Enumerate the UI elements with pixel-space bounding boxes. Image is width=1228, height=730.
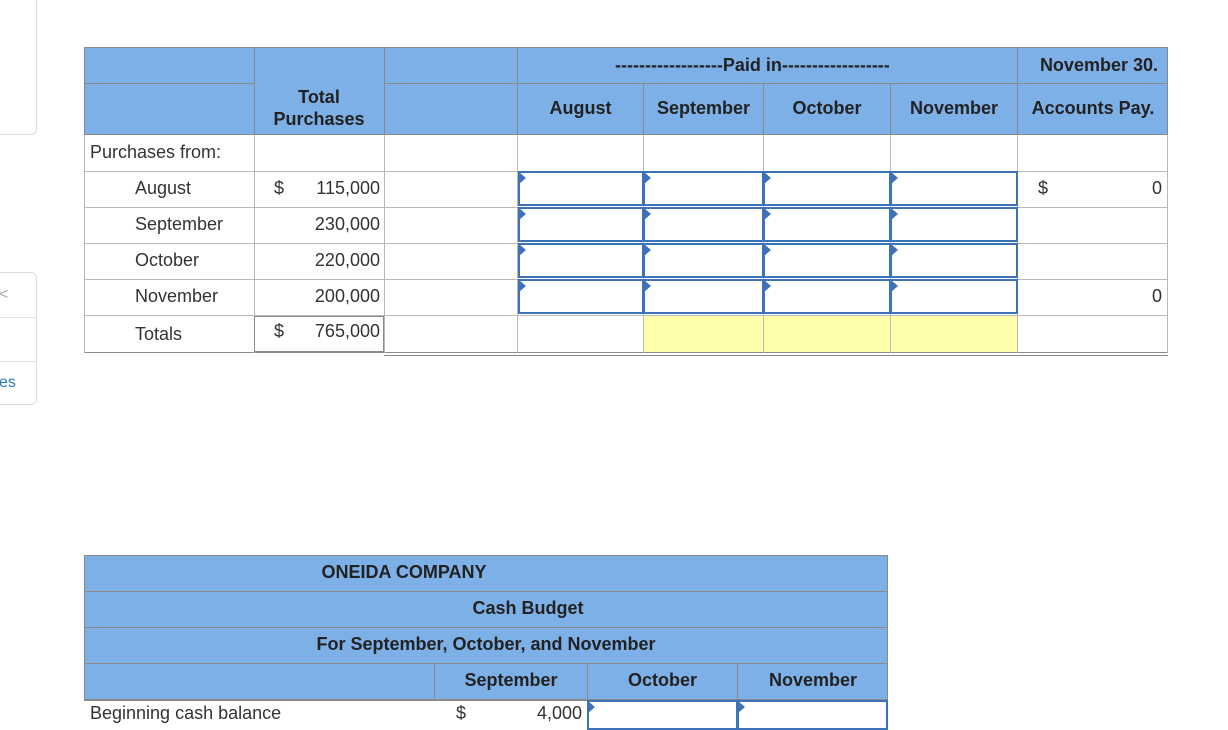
beginning-cash-balance-label: Beginning cash balance — [90, 703, 282, 723]
sidebar-divider — [0, 361, 36, 362]
purchases-from-label: Purchases from: — [90, 142, 222, 162]
total-purchases-august: 115,000 — [316, 178, 380, 198]
beginning-cash-september: 4,000 — [536, 703, 582, 723]
input-beginning-cash-october[interactable] — [587, 700, 738, 730]
total-paid-november-cell — [891, 316, 1017, 352]
input-oct-purchase-paid-november[interactable] — [890, 243, 1018, 278]
col-header-november: November — [909, 98, 999, 118]
sidebar-divider — [0, 317, 36, 318]
row-label-september: September — [135, 214, 224, 234]
cash-budget-title-text: Cash Budget — [472, 598, 584, 618]
total-purchases-september: 230,000 — [314, 214, 380, 234]
total-purchases-november: 200,000 — [314, 286, 380, 306]
cash-budget-col-november: November — [768, 670, 858, 690]
input-sep-purchase-paid-september[interactable] — [643, 207, 764, 242]
sidebar-link-label[interactable]: es — [0, 373, 16, 393]
input-beginning-cash-november[interactable] — [737, 700, 888, 730]
total-purchases-header-line1: Total — [298, 87, 340, 107]
cash-budget-title: Cash Budget — [84, 598, 888, 618]
total-paid-september-cell — [644, 316, 763, 352]
input-sep-purchase-paid-october[interactable] — [763, 207, 891, 242]
ap-value-november: 0 — [1151, 286, 1162, 306]
sidebar-card-top — [0, 0, 37, 135]
dollar-sign: $ — [456, 703, 467, 723]
input-sep-purchase-paid-november[interactable] — [890, 207, 1018, 242]
totals-label: Totals — [135, 324, 183, 344]
row-label-august: August — [135, 178, 192, 198]
row-label-october: October — [135, 250, 200, 270]
input-oct-purchase-paid-september[interactable] — [643, 243, 764, 278]
input-aug-purchase-paid-november[interactable] — [890, 171, 1018, 206]
totals-cell-border — [254, 316, 384, 352]
input-aug-purchase-paid-october[interactable] — [763, 171, 891, 206]
input-nov-purchase-paid-october[interactable] — [763, 279, 891, 314]
cash-budget-col-october: October — [627, 670, 697, 690]
paid-in-header: ------------------Paid in---------------… — [615, 55, 890, 75]
dollar-sign: $ — [274, 178, 285, 198]
total-purchases-october: 220,000 — [314, 250, 380, 270]
col-header-september: September — [656, 98, 751, 118]
cash-budget-period-text: For September, October, and November — [316, 634, 656, 654]
cash-budget-period: For September, October, and November — [84, 634, 888, 654]
company-name: ONEIDA COMPANY — [84, 562, 888, 582]
input-nov-purchase-paid-september[interactable] — [643, 279, 764, 314]
accounts-payable-header: Accounts Pay. — [1031, 98, 1155, 118]
input-nov-purchase-paid-november[interactable] — [890, 279, 1018, 314]
input-aug-purchase-paid-september[interactable] — [643, 171, 764, 206]
row-label-november: November — [135, 286, 219, 306]
input-oct-purchase-paid-october[interactable] — [763, 243, 891, 278]
col-header-october: October — [792, 98, 862, 118]
input-sep-purchase-paid-august[interactable] — [518, 207, 644, 242]
dollar-sign: $ — [1038, 178, 1049, 198]
november-30-header: November 30. — [1039, 55, 1158, 75]
input-nov-purchase-paid-august[interactable] — [518, 279, 644, 314]
sidebar-glyph: < — [0, 286, 9, 303]
total-purchases-header-line2: Purchases — [273, 109, 365, 129]
cash-budget-col-september: September — [464, 670, 558, 690]
col-header-august: August — [549, 98, 612, 118]
total-paid-october-cell — [764, 316, 890, 352]
ap-value-august: 0 — [1151, 178, 1162, 198]
input-aug-purchase-paid-august[interactable] — [518, 171, 644, 206]
company-name-text: ONEIDA COMPANY — [321, 562, 487, 582]
input-oct-purchase-paid-august[interactable] — [518, 243, 644, 278]
sidebar-card-bottom: < es — [0, 272, 37, 405]
